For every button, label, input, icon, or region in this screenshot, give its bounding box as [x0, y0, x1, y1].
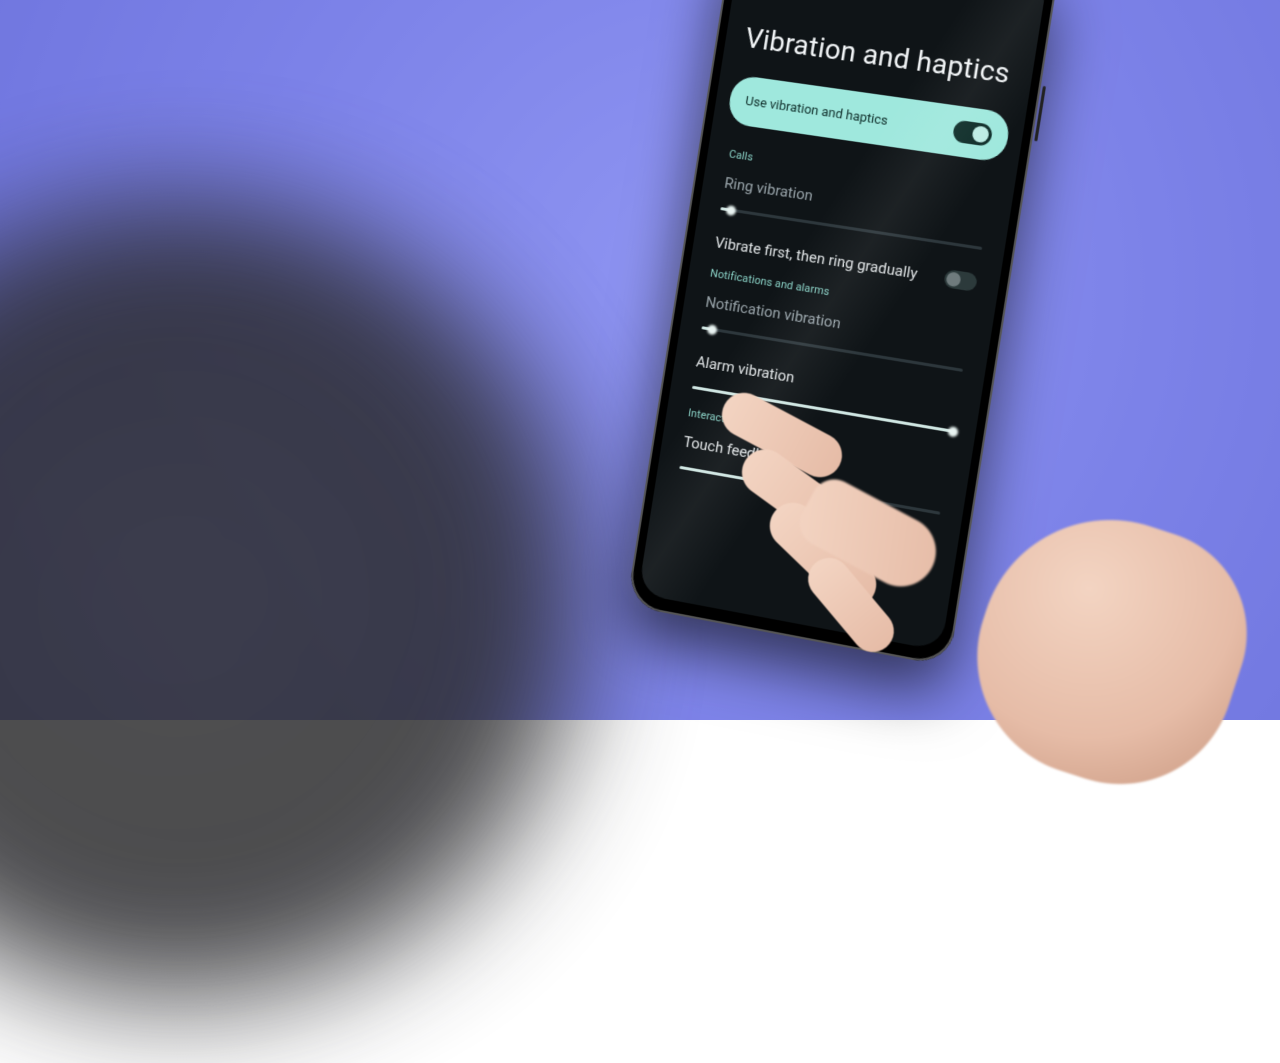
ring-vibration-label: Ring vibration: [723, 174, 814, 205]
notification-vibration-label: Notification vibration: [704, 293, 842, 332]
touch-feedback-label: Touch feedback: [682, 433, 788, 469]
alarm-vibration-label: Alarm vibration: [695, 353, 796, 387]
slider-thumb[interactable]: [706, 324, 717, 335]
master-toggle-switch[interactable]: [952, 120, 994, 147]
master-toggle-label: Use vibration and haptics: [744, 93, 889, 128]
slider-thumb[interactable]: [816, 487, 827, 499]
slider-thumb[interactable]: [725, 204, 736, 215]
slider-thumb[interactable]: [947, 426, 959, 438]
vibrate-first-switch[interactable]: [943, 269, 978, 292]
